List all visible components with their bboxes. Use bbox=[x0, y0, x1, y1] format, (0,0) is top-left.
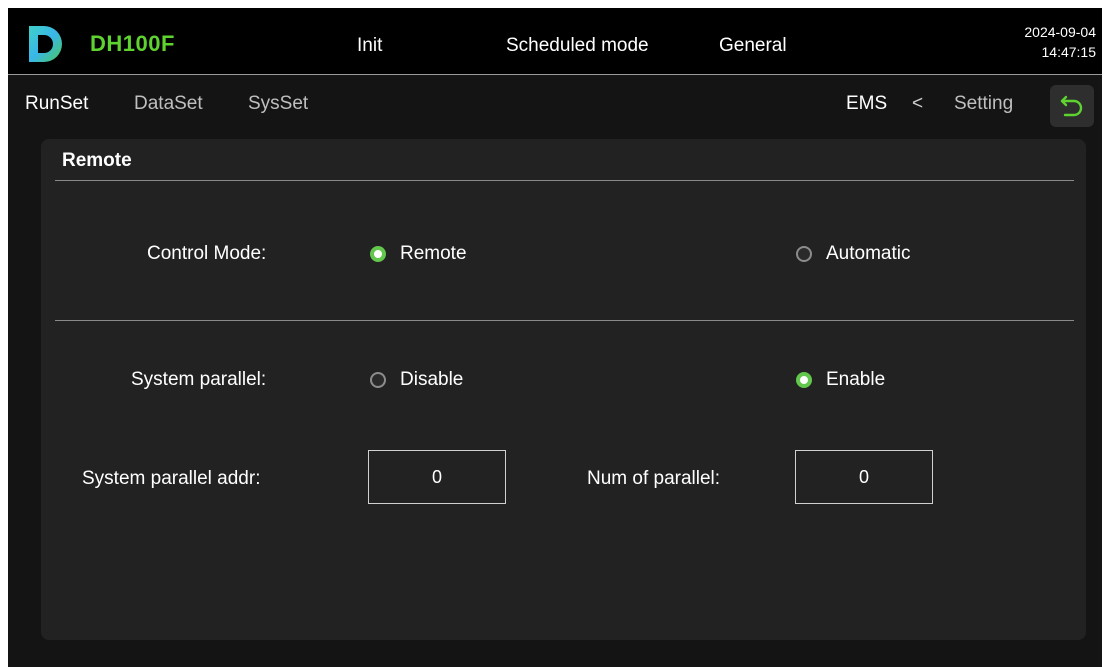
section-divider bbox=[55, 320, 1074, 321]
system-parallel-label: System parallel: bbox=[131, 369, 267, 390]
radio-icon bbox=[796, 246, 812, 262]
radio-disable[interactable]: Disable bbox=[370, 369, 463, 391]
menu-scheduled-mode[interactable]: Scheduled mode bbox=[506, 35, 649, 57]
num-parallel-label: Num of parallel: bbox=[587, 468, 721, 489]
radio-enable[interactable]: Enable bbox=[796, 369, 885, 391]
tab-dataset[interactable]: DataSet bbox=[134, 93, 203, 115]
title-divider bbox=[55, 180, 1074, 181]
menu-general[interactable]: General bbox=[719, 35, 787, 57]
tab-runset[interactable]: RunSet bbox=[25, 93, 88, 115]
breadcrumb-setting[interactable]: Setting bbox=[954, 93, 1013, 115]
back-button[interactable] bbox=[1050, 85, 1094, 127]
radio-enable-label: Enable bbox=[826, 369, 886, 390]
tab-sysset[interactable]: SysSet bbox=[248, 93, 308, 115]
brand-name: DH100F bbox=[90, 31, 175, 56]
radio-icon bbox=[796, 372, 812, 388]
date-text: 2024-09-04 bbox=[1024, 24, 1096, 40]
logo-d-icon bbox=[29, 26, 62, 62]
remote-panel: Remote Control Mode: Remote Automatic Sy… bbox=[41, 139, 1086, 640]
sub-navigation: RunSet DataSet SysSet EMS < Setting bbox=[8, 75, 1102, 137]
top-header: DH100F Init Scheduled mode General 2024-… bbox=[8, 8, 1102, 75]
app-frame: DH100F Init Scheduled mode General 2024-… bbox=[8, 8, 1102, 667]
radio-icon bbox=[370, 246, 386, 262]
radio-automatic-label: Automatic bbox=[826, 243, 911, 264]
parallel-addr-input[interactable]: 0 bbox=[368, 450, 506, 504]
breadcrumb-current: EMS bbox=[846, 93, 888, 114]
menu-init[interactable]: Init bbox=[357, 35, 382, 57]
radio-disable-label: Disable bbox=[400, 369, 464, 390]
panel-title: Remote bbox=[62, 150, 132, 171]
num-parallel-input[interactable]: 0 bbox=[795, 450, 933, 504]
radio-automatic[interactable]: Automatic bbox=[796, 243, 910, 265]
breadcrumb-separator: < bbox=[912, 93, 924, 114]
radio-icon bbox=[370, 372, 386, 388]
control-mode-label: Control Mode: bbox=[147, 243, 267, 264]
radio-remote[interactable]: Remote bbox=[370, 243, 467, 265]
radio-remote-label: Remote bbox=[400, 243, 467, 264]
datetime: 2024-09-04 14:47:15 bbox=[1024, 22, 1096, 62]
time-text: 14:47:15 bbox=[1041, 44, 1097, 60]
parallel-addr-label: System parallel addr: bbox=[82, 468, 261, 489]
back-arrow-icon bbox=[1060, 95, 1083, 117]
